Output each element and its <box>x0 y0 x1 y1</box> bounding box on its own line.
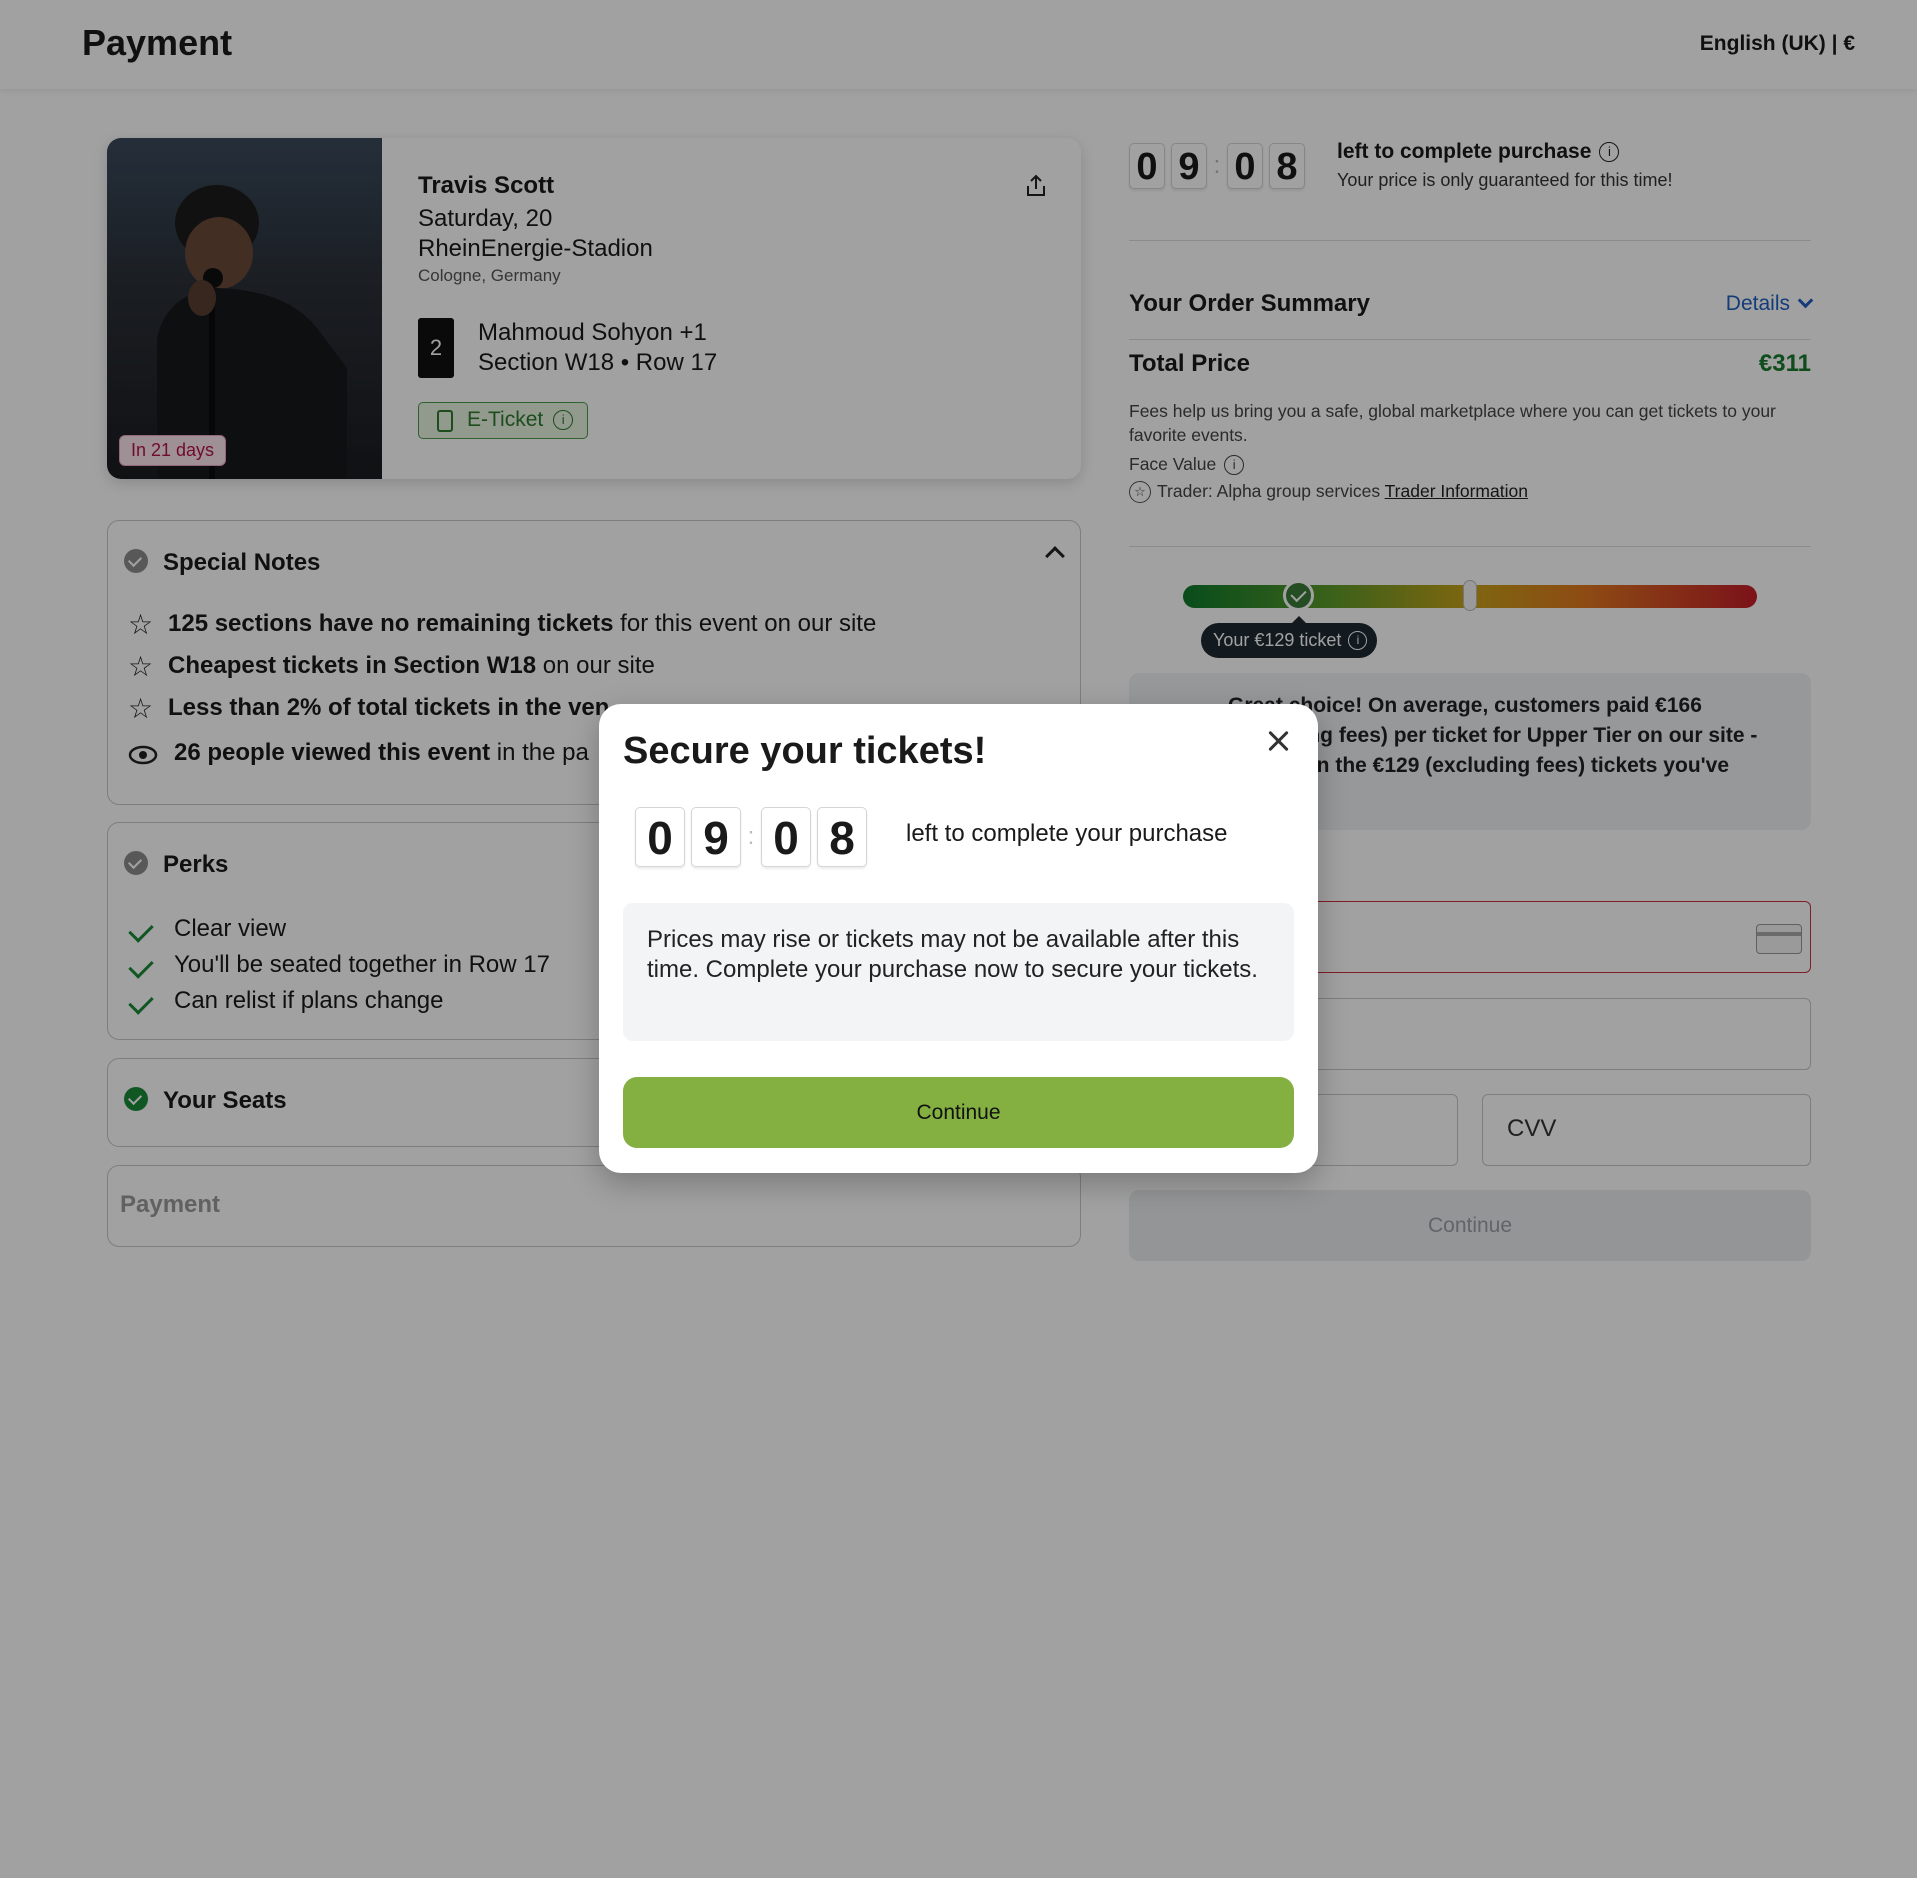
modal-note: Prices may rise or tickets may not be av… <box>623 903 1294 1041</box>
close-icon[interactable] <box>1262 726 1294 758</box>
timer-colon: : <box>747 823 755 850</box>
modal-timer-label: left to complete your purchase <box>906 820 1228 847</box>
timer-digit: 8 <box>817 807 867 867</box>
modal-title: Secure your tickets! <box>623 730 987 772</box>
timer-digit: 9 <box>691 807 741 867</box>
secure-tickets-modal: Secure your tickets! 0 9 : 0 8 left to c… <box>599 704 1318 1173</box>
timer-digit: 0 <box>761 807 811 867</box>
continue-button[interactable]: Continue <box>623 1077 1294 1148</box>
timer-digit: 0 <box>635 807 685 867</box>
modal-timer: 0 9 : 0 8 <box>635 807 873 867</box>
